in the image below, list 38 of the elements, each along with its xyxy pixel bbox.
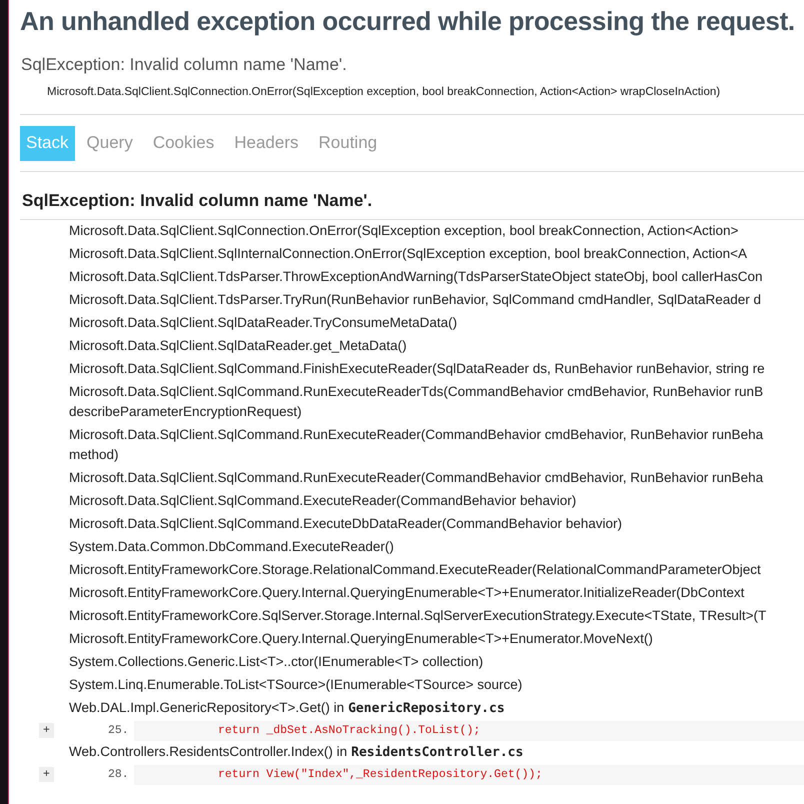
expand-button[interactable]: + (39, 767, 54, 782)
stack-frame: Microsoft.EntityFrameworkCore.Query.Internal.QueryingEnumerable<T>+Enumerator.MoveNext() (69, 629, 804, 649)
stack-frame: Microsoft.Data.SqlClient.SqlConnection.OnError(SqlException exception, bool breakConnection, Action<Action> (69, 221, 804, 241)
stack-frame: System.Collections.Generic.List<T>..ctor(IEnumerable<T> collection) (69, 652, 804, 672)
tab[interactable]: Stack (20, 126, 75, 160)
stack-frame: Microsoft.Data.SqlClient.SqlDataReader.get_MetaData() (69, 336, 804, 356)
line-number: 25. (108, 722, 130, 739)
stack-frame: Web.DAL.Impl.GenericRepository<T>.Get() in (69, 698, 344, 718)
stack-frame: Microsoft.EntityFrameworkCore.Storage.RelationalCommand.ExecuteReader(RelationalCommandParameterObject (69, 560, 804, 580)
stack-frame-continuation: describeParameterEncryptionRequest) (69, 403, 303, 421)
line-number: 28. (108, 766, 130, 783)
tab[interactable]: Headers (226, 126, 307, 160)
stack-frame: Microsoft.Data.SqlClient.SqlCommand.FinishExecuteReader(SqlDataReader ds, RunBehavior runBehavior, string re (69, 359, 804, 379)
stack-frame: Microsoft.Data.SqlClient.SqlCommand.RunExecuteReader(CommandBehavior cmdBehavior, RunBehavior runBeha (69, 425, 804, 445)
expand-button[interactable]: + (39, 723, 54, 738)
exception-summary: SqlException: Invalid column name 'Name'. (21, 54, 348, 76)
stack-frame: Microsoft.Data.SqlClient.SqlInternalConnection.OnError(SqlException exception, bool breakConnection, Action<A (69, 244, 804, 264)
source-file-name: GenericRepository.cs (348, 700, 505, 718)
stack-frame: Microsoft.EntityFrameworkCore.Query.Internal.QueryingEnumerable<T>+Enumerator.InitializeReader(DbContext (69, 583, 804, 603)
stack-frame: System.Data.Common.DbCommand.ExecuteReader() (69, 537, 804, 557)
stack-frame: Microsoft.Data.SqlClient.SqlCommand.RunExecuteReaderTds(CommandBehavior cmdBehavior, RunBehavior runB (69, 382, 804, 402)
section-heading: SqlException: Invalid column name 'Name'. (22, 190, 374, 212)
stack-frame: Microsoft.Data.SqlClient.TdsParser.ThrowExceptionAndWarning(TdsParserStateObject stateObj, bool callerHasCon (69, 267, 804, 287)
stack-frame: System.Linq.Enumerable.ToList<TSource>(IEnumerable<TSource> source) (69, 675, 804, 695)
tab[interactable]: Cookies (144, 126, 222, 160)
stack-frame: Microsoft.Data.SqlClient.TdsParser.TryRun(RunBehavior runBehavior, SqlCommand cmdHandler, SqlDataReader d (69, 290, 804, 310)
stack-frame-continuation: method) (69, 446, 120, 464)
page-title: An unhandled exception occurred while processing the request. (20, 5, 796, 38)
tab[interactable]: Query (78, 126, 141, 160)
stack-frame: Microsoft.Data.SqlClient.SqlCommand.ExecuteReader(CommandBehavior behavior) (69, 491, 804, 511)
tab[interactable]: Routing (310, 126, 386, 160)
source-file-name: ResidentsController.cs (351, 744, 524, 762)
stack-frame: Microsoft.Data.SqlClient.SqlCommand.ExecuteDbDataReader(CommandBehavior behavior) (69, 514, 804, 534)
exception-location: Microsoft.Data.SqlClient.SqlConnection.OnError(SqlException exception, bool breakConnection, Action<Action> wrapCloseInAction) (47, 85, 722, 100)
stack-frame: Microsoft.Data.SqlClient.SqlDataReader.TryConsumeMetaData() (69, 313, 804, 333)
stack-frame: Microsoft.EntityFrameworkCore.SqlServer.Storage.Internal.SqlServerExecutionStrategy.Execute<TState, TResult>(T (69, 606, 804, 626)
stack-frame: Web.Controllers.ResidentsController.Index() in (69, 742, 348, 762)
stack-frame: Microsoft.Data.SqlClient.SqlCommand.RunExecuteReader(CommandBehavior cmdBehavior, RunBehavior runBeha (69, 468, 804, 488)
